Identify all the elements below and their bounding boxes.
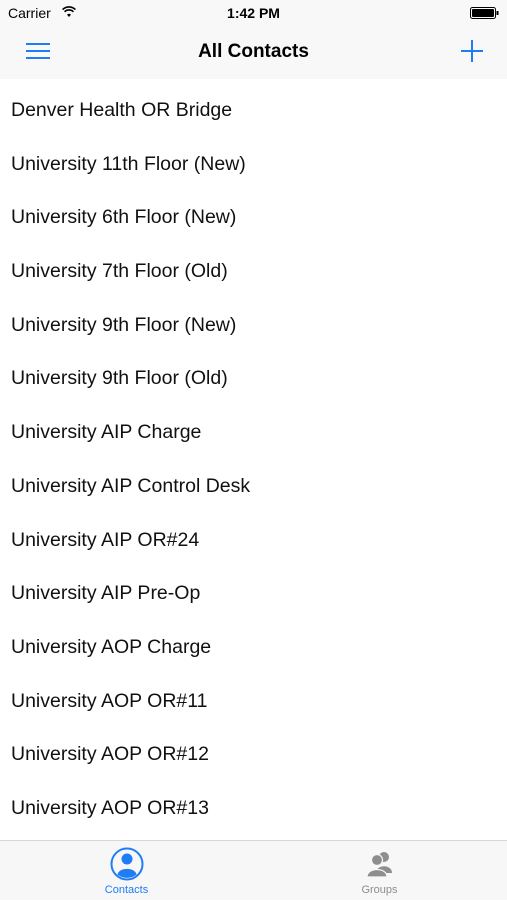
- plus-icon: [461, 40, 483, 62]
- status-time: 1:42 PM: [227, 5, 280, 21]
- contact-list-item[interactable]: University AOP Charge: [0, 621, 507, 675]
- tab-contacts-label: Contacts: [104, 884, 149, 896]
- contact-list-item[interactable]: University 7th Floor (Old): [0, 245, 507, 299]
- contact-list-item[interactable]: University 9th Floor (New): [0, 299, 507, 353]
- contact-list-item[interactable]: University AOP OR#11: [0, 675, 507, 729]
- page-title: All Contacts: [198, 41, 309, 62]
- battery-icon: [470, 7, 499, 19]
- contact-list-item[interactable]: University AOP OR#12: [0, 728, 507, 782]
- contact-list-item[interactable]: University AIP OR#24: [0, 514, 507, 568]
- contact-list-item[interactable]: University AOP OR#13: [0, 782, 507, 836]
- person-icon: [110, 847, 143, 881]
- navigation-bar: All Contacts: [0, 26, 507, 79]
- tab-groups-label: Groups: [361, 884, 398, 896]
- contact-list: Denver Health OR Bridge University 11th …: [0, 84, 507, 840]
- status-bar: Carrier 1:42 PM: [0, 0, 507, 26]
- contact-list-item[interactable]: University 6th Floor (New): [0, 191, 507, 245]
- contact-list-item[interactable]: University AIP Control Desk: [0, 460, 507, 514]
- tab-contacts[interactable]: Contacts: [0, 841, 253, 901]
- contact-list-item[interactable]: University 9th Floor (Old): [0, 352, 507, 406]
- contact-list-item[interactable]: University AIP Charge: [0, 406, 507, 460]
- contact-list-item[interactable]: University 11th Floor (New): [0, 138, 507, 192]
- add-contact-button[interactable]: [456, 35, 488, 67]
- tab-bar: Contacts Groups: [0, 840, 507, 900]
- contact-list-item[interactable]: Denver Health OR Bridge: [0, 84, 507, 138]
- tab-groups[interactable]: Groups: [253, 841, 506, 901]
- contact-list-item[interactable]: University AIP Pre-Op: [0, 567, 507, 621]
- group-icon: [365, 852, 392, 878]
